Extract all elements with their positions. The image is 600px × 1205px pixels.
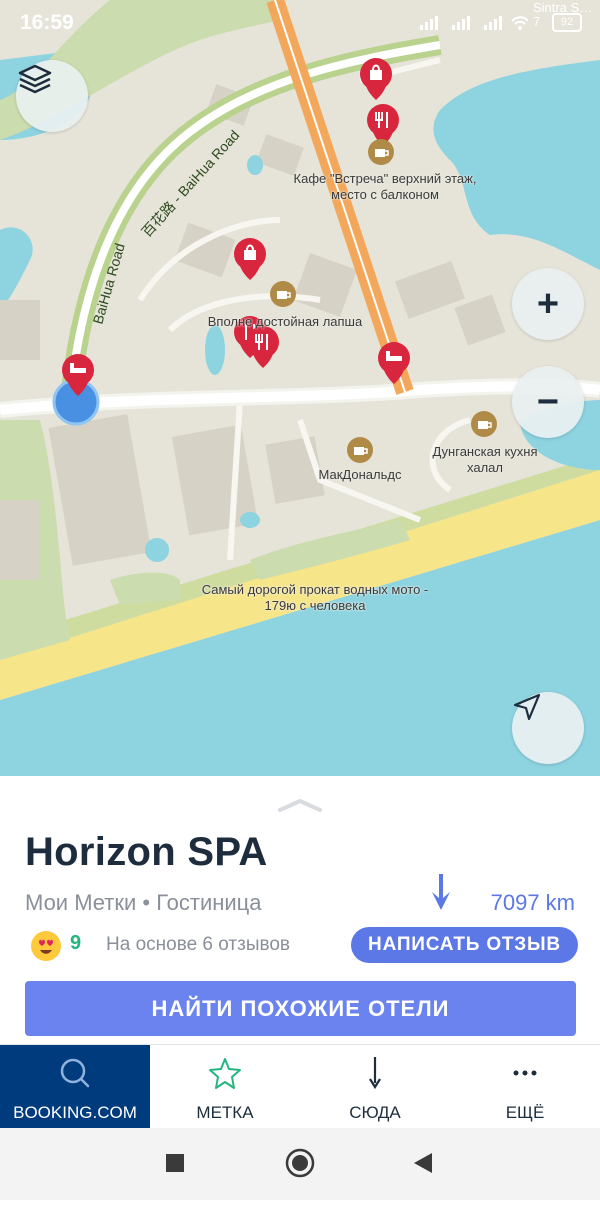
zoom-out-button[interactable]: −: [512, 366, 584, 438]
map-view[interactable]: BaiHua Road 百花路 - BaiHua Road Кафе "Встр…: [0, 0, 600, 776]
poi-label-cafe[interactable]: Кафе "Встреча" верхний этаж, место с бал…: [290, 171, 480, 203]
sheet-handle[interactable]: [278, 798, 322, 812]
poi-label-jetski[interactable]: Самый дорогой прокат водных мото - 179ю …: [190, 582, 440, 614]
arrow-down-icon: [369, 1057, 381, 1090]
nav-more[interactable]: ЕЩЁ: [450, 1045, 600, 1129]
nav-route-here-label: СЮДА: [349, 1103, 401, 1122]
map-canvas[interactable]: BaiHua Road 百花路 - BaiHua Road: [0, 0, 600, 776]
place-card: Horizon SPA Мои Метки • Гостиница 7097 k…: [0, 776, 600, 1044]
poi-label-dungan[interactable]: Дунганская кухня халал: [430, 444, 540, 476]
nav-booking-label: BOOKING.COM: [13, 1103, 137, 1122]
nav-route-here[interactable]: СЮДА: [300, 1045, 450, 1129]
find-similar-hotels-button[interactable]: НАЙТИ ПОХОЖИЕ ОТЕЛИ: [25, 981, 576, 1036]
coffee-cup-icon: [368, 139, 394, 165]
place-subtitle: Мои Метки • Гостиница: [25, 890, 262, 915]
write-review-button[interactable]: НАПИСАТЬ ОТЗЫВ: [351, 927, 578, 963]
heart-eyes-emoji-icon: [31, 931, 61, 961]
coffee-cup-icon: [347, 437, 373, 463]
poi-label-mcdonalds[interactable]: МакДональдс: [300, 467, 420, 483]
nav-booking[interactable]: BOOKING.COM: [0, 1045, 150, 1129]
recents-button[interactable]: [166, 1154, 184, 1172]
reviews-count: На основе 6 отзывов: [106, 934, 291, 955]
bottom-navigation: BOOKING.COM МЕТКА СЮДА ЕЩЁ: [0, 1044, 600, 1129]
nav-bookmark-label: МЕТКА: [196, 1103, 254, 1122]
nav-bookmark[interactable]: МЕТКА: [150, 1045, 300, 1129]
signal-wifi-icons: [420, 16, 528, 30]
coffee-cup-icon: [270, 281, 296, 307]
direction-arrow-icon: [432, 874, 450, 910]
coffee-cup-icon: [471, 411, 497, 437]
place-title: Horizon SPA: [25, 830, 268, 874]
home-button[interactable]: [285, 1148, 315, 1178]
status-time: 16:59: [20, 11, 74, 34]
layers-button[interactable]: [16, 60, 88, 132]
search-icon: [60, 1058, 90, 1088]
poi-label-noodles[interactable]: Вполне достойная лапша: [205, 314, 365, 330]
battery-indicator: 92: [552, 13, 582, 32]
rating-score: 9: [70, 932, 82, 954]
layers-icon: [18, 64, 52, 94]
back-button[interactable]: [414, 1153, 432, 1173]
nav-more-label: ЕЩЁ: [505, 1103, 545, 1122]
location-arrow-icon: [513, 693, 541, 721]
zoom-out-icon: −: [536, 381, 560, 423]
star-icon: [209, 1058, 241, 1089]
my-location-button[interactable]: [512, 692, 584, 764]
more-icon: [513, 1070, 537, 1076]
system-navigation-bar: [0, 1128, 600, 1200]
zoom-in-button[interactable]: +: [512, 268, 584, 340]
place-distance: 7097 km: [490, 890, 575, 915]
zoom-in-icon: +: [536, 283, 560, 325]
status-bar: 16:59 Sintra S… 7 92: [0, 0, 600, 44]
